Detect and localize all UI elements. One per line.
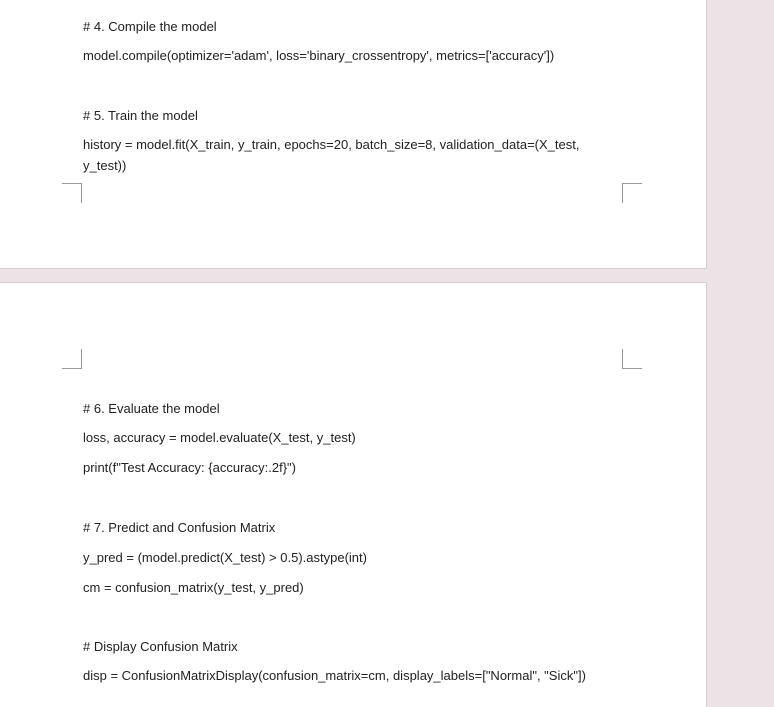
comment-line: # Display Confusion Matrix	[83, 639, 238, 654]
margin-corner-marker	[62, 349, 82, 369]
comment-line: # 6. Evaluate the model	[83, 401, 220, 416]
document-page-2[interactable]: # 6. Evaluate the model loss, accuracy =…	[0, 282, 707, 707]
margin-corner-marker	[622, 183, 642, 203]
code-line: cm = confusion_matrix(y_test, y_pred)	[83, 580, 304, 595]
comment-line: # 5. Train the model	[83, 108, 198, 123]
comment-line: # 7. Predict and Confusion Matrix	[83, 520, 276, 535]
code-line: history = model.fit(X_train, y_train, ep…	[83, 137, 580, 173]
document-page-1[interactable]: # 4. Compile the model model.compile(opt…	[0, 0, 707, 269]
margin-corner-marker	[622, 349, 642, 369]
document-canvas: # 4. Compile the model model.compile(opt…	[0, 0, 774, 707]
code-line: print(f"Test Accuracy: {accuracy:.2f}")	[83, 460, 296, 475]
code-line: y_pred = (model.predict(X_test) > 0.5).a…	[83, 550, 367, 565]
margin-corner-marker	[62, 183, 82, 203]
code-line: model.compile(optimizer='adam', loss='bi…	[83, 48, 555, 63]
comment-line: # 4. Compile the model	[83, 19, 217, 34]
code-line: disp = ConfusionMatrixDisplay(confusion_…	[83, 668, 586, 683]
code-line: loss, accuracy = model.evaluate(X_test, …	[83, 430, 356, 445]
